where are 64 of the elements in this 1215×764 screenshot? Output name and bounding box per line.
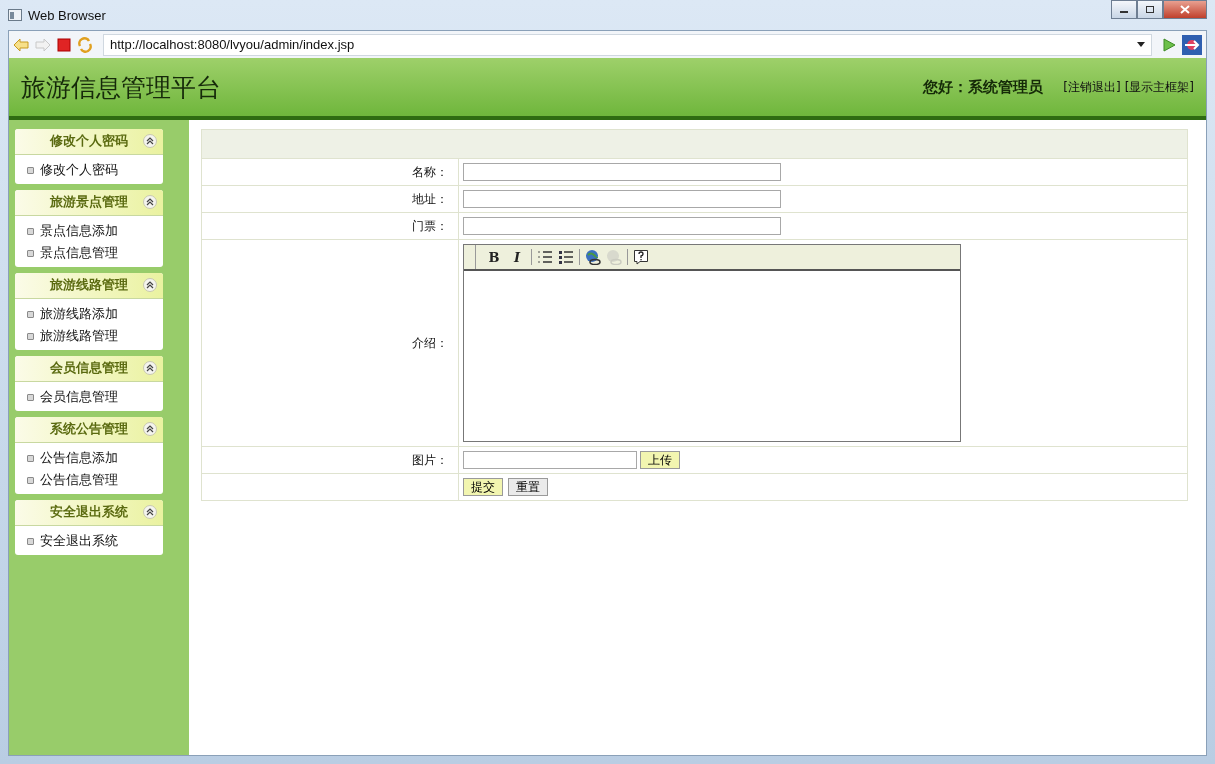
- sidebar-link[interactable]: 公告信息管理: [40, 471, 118, 489]
- text-input-field[interactable]: [463, 190, 781, 208]
- field-label: 图片：: [412, 452, 448, 467]
- browser-window-icon: [8, 9, 22, 21]
- section-header[interactable]: 会员信息管理: [15, 356, 163, 382]
- section-header[interactable]: 系统公告管理: [15, 417, 163, 443]
- stop-icon[interactable]: [57, 37, 71, 52]
- text-input-field[interactable]: [463, 163, 781, 181]
- section-header[interactable]: 旅游线路管理: [15, 273, 163, 299]
- maximize-icon: [1145, 5, 1155, 14]
- site-title: 旅游信息管理平台: [21, 71, 221, 104]
- sidebar-link[interactable]: 旅游线路管理: [40, 327, 118, 345]
- sidebar-link[interactable]: 安全退出系统: [40, 532, 118, 550]
- italic-button[interactable]: I: [508, 248, 526, 266]
- sidebar-link[interactable]: 景点信息添加: [40, 222, 118, 240]
- sidebar-link[interactable]: 景点信息管理: [40, 244, 118, 262]
- collapse-chevron-icon[interactable]: [143, 195, 157, 209]
- bold-button[interactable]: B: [485, 248, 503, 266]
- bullet-icon: [27, 332, 34, 340]
- sidebar-link[interactable]: 会员信息管理: [40, 388, 118, 406]
- bullet-icon: [27, 310, 34, 318]
- bullet-icon: [27, 249, 34, 257]
- greeting-text: 您好：系统管理员: [923, 77, 1044, 97]
- bullet-list-icon[interactable]: [558, 249, 574, 265]
- section-header[interactable]: 旅游景点管理: [15, 190, 163, 216]
- field-label: 地址：: [412, 191, 448, 206]
- minimize-button[interactable]: [1111, 0, 1137, 19]
- collapse-chevron-icon[interactable]: [143, 422, 157, 436]
- window-title: Web Browser: [28, 7, 106, 23]
- section-header[interactable]: 安全退出系统: [15, 500, 163, 526]
- maximize-button[interactable]: [1137, 0, 1163, 19]
- collapse-chevron-icon[interactable]: [143, 278, 157, 292]
- upload-button[interactable]: 上传: [640, 451, 680, 469]
- close-icon: [1180, 5, 1190, 14]
- bullet-icon: [27, 227, 34, 235]
- header-link[interactable]: [注销退出]: [1063, 78, 1121, 96]
- sidebar-link[interactable]: 公告信息添加: [40, 449, 118, 467]
- field-label: 介绍：: [412, 335, 448, 350]
- header-link[interactable]: [显示主框架]: [1124, 78, 1194, 96]
- section-header[interactable]: 修改个人密码: [15, 129, 163, 155]
- go-arrow-icon[interactable]: [1162, 37, 1176, 52]
- collapse-chevron-icon[interactable]: [143, 361, 157, 375]
- text-input-field[interactable]: [463, 217, 781, 235]
- bullet-icon: [27, 393, 34, 401]
- bullet-icon: [27, 537, 34, 545]
- bullet-icon: [27, 454, 34, 462]
- file-path-field[interactable]: [463, 451, 637, 469]
- help-icon[interactable]: [633, 249, 649, 265]
- collapse-chevron-icon[interactable]: [143, 505, 157, 519]
- numbered-list-icon[interactable]: [537, 249, 553, 265]
- sidebar-link[interactable]: 修改个人密码: [40, 161, 118, 179]
- submit-button[interactable]: 提交: [463, 478, 503, 496]
- bullet-icon: [27, 476, 34, 484]
- bullet-icon: [27, 166, 34, 174]
- address-field[interactable]: http://localhost:8080/lvyou/admin/index.jsp: [103, 33, 1152, 56]
- close-button[interactable]: [1163, 0, 1207, 19]
- reset-button[interactable]: 重置: [508, 478, 548, 496]
- dropdown-caret-icon[interactable]: [1137, 42, 1145, 47]
- collapse-chevron-icon[interactable]: [143, 134, 157, 148]
- field-label: 名称：: [412, 164, 448, 179]
- sidebar-link[interactable]: 旅游线路添加: [40, 305, 118, 323]
- globe-link-icon[interactable]: [585, 249, 601, 265]
- app-logo-icon[interactable]: [1182, 34, 1202, 55]
- field-label: 门票：: [412, 218, 448, 233]
